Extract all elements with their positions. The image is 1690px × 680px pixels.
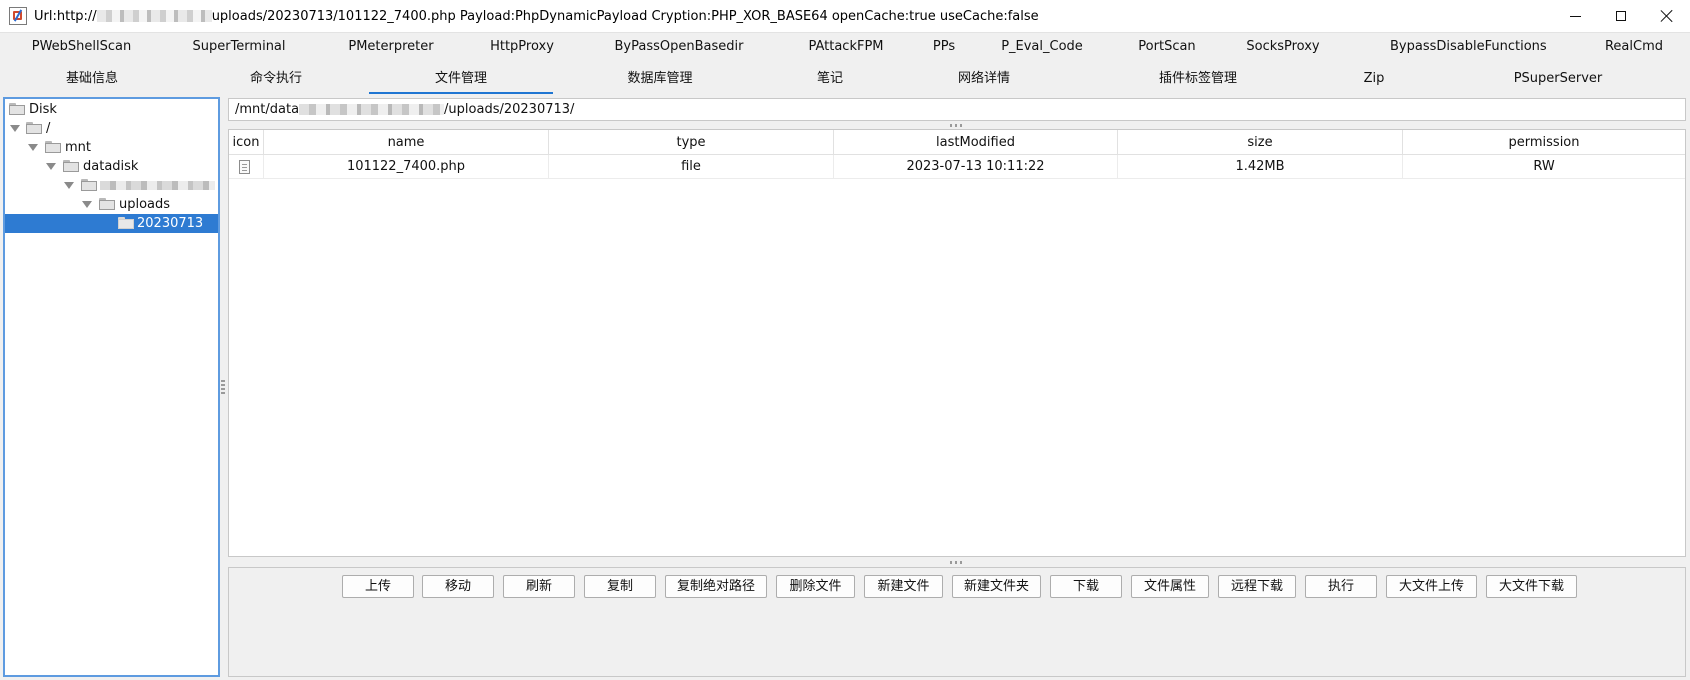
new-folder-button[interactable]: 新建文件夹 — [952, 575, 1041, 598]
copy-absolute-path-button[interactable]: 复制绝对路径 — [665, 575, 767, 598]
tab-bypassdisablefunctions[interactable]: BypassDisableFunctions — [1390, 32, 1547, 62]
tab-pps[interactable]: PPs — [924, 32, 964, 62]
horizontal-splitter-handle[interactable] — [950, 124, 964, 127]
tree-node-datadisk[interactable]: datadisk — [5, 157, 218, 176]
tab-file-manager[interactable]: 文件管理 — [369, 64, 553, 94]
tab-zip[interactable]: Zip — [1336, 64, 1412, 94]
tree-node-mnt[interactable]: mnt — [5, 138, 218, 157]
maximize-icon — [1616, 11, 1626, 21]
refresh-button[interactable]: 刷新 — [503, 575, 575, 598]
minimize-icon — [1569, 15, 1581, 17]
plugin-tab-row: PWebShellScan SuperTerminal PMeterpreter… — [0, 32, 1690, 62]
tab-pmeterpreter[interactable]: PMeterpreter — [338, 32, 444, 62]
tab-plugin-label-manager[interactable]: 插件标签管理 — [1130, 64, 1266, 94]
tab-database-manager[interactable]: 数据库管理 — [590, 64, 730, 94]
tab-realcmd[interactable]: RealCmd — [1596, 32, 1672, 62]
copy-button[interactable]: 复制 — [584, 575, 656, 598]
horizontal-splitter-handle[interactable] — [950, 561, 964, 564]
vertical-splitter-handle[interactable] — [221, 380, 225, 396]
column-header-type[interactable]: type — [549, 130, 834, 155]
file-properties-button[interactable]: 文件属性 — [1131, 575, 1209, 598]
column-header-permission[interactable]: permission — [1403, 130, 1685, 155]
redacted-path-segment — [299, 104, 445, 115]
tab-pattackfpm[interactable]: PAttackFPM — [800, 32, 892, 62]
upload-button[interactable]: 上传 — [342, 575, 414, 598]
folder-open-icon — [9, 103, 25, 115]
redacted-folder-name — [100, 181, 215, 190]
tree-node-root[interactable]: / — [5, 119, 218, 138]
window-titlebar: Url:http://uploads/20230713/101122_7400.… — [0, 0, 1690, 33]
maximize-button[interactable] — [1598, 0, 1644, 32]
column-header-lastmodified[interactable]: lastModified — [834, 130, 1118, 155]
tab-portscan[interactable]: PortScan — [1126, 32, 1208, 62]
expand-arrow-icon[interactable] — [82, 201, 92, 208]
tab-p-eval-code[interactable]: P_Eval_Code — [996, 32, 1088, 62]
expand-arrow-icon[interactable] — [64, 182, 74, 189]
file-icon — [239, 160, 250, 174]
folder-open-icon — [45, 141, 61, 153]
file-table[interactable]: icon name type lastModified size permiss… — [228, 129, 1686, 557]
execute-button[interactable]: 执行 — [1305, 575, 1377, 598]
table-cell-permission: RW — [1403, 155, 1685, 179]
folder-icon — [118, 217, 134, 229]
minimize-button[interactable] — [1552, 0, 1598, 32]
close-button[interactable] — [1644, 0, 1690, 32]
app-logo-icon — [9, 7, 27, 25]
download-button[interactable]: 下载 — [1050, 575, 1122, 598]
column-header-size[interactable]: size — [1118, 130, 1403, 155]
path-input[interactable]: /mnt/data/uploads/20230713/ — [228, 98, 1686, 121]
delete-file-button[interactable]: 删除文件 — [776, 575, 855, 598]
tab-psuperserver[interactable]: PSuperServer — [1500, 64, 1616, 94]
expand-arrow-icon[interactable] — [46, 163, 56, 170]
window-title: Url:http://uploads/20230713/101122_7400.… — [34, 8, 1039, 24]
folder-open-icon — [99, 198, 115, 210]
column-header-name[interactable]: name — [264, 130, 549, 155]
tree-node-20230713[interactable]: 20230713 — [5, 214, 218, 233]
tab-command-exec[interactable]: 命令执行 — [208, 64, 344, 94]
tab-superterminal[interactable]: SuperTerminal — [180, 32, 298, 62]
redacted-host — [96, 10, 212, 22]
folder-open-icon — [63, 160, 79, 172]
expand-arrow-icon[interactable] — [28, 144, 38, 151]
table-cell-lastmodified: 2023-07-13 10:11:22 — [834, 155, 1118, 179]
tree-node-disk[interactable]: Disk — [5, 100, 218, 119]
table-cell-name: 101122_7400.php — [264, 155, 549, 179]
tree-node-redacted[interactable] — [5, 176, 218, 195]
table-cell-type: file — [549, 155, 834, 179]
folder-open-icon — [81, 179, 97, 191]
folder-open-icon — [26, 122, 42, 134]
large-file-upload-button[interactable]: 大文件上传 — [1386, 575, 1477, 598]
tab-socksproxy[interactable]: SocksProxy — [1238, 32, 1328, 62]
window-controls — [1552, 0, 1690, 32]
new-file-button[interactable]: 新建文件 — [864, 575, 943, 598]
table-cell-icon — [229, 155, 264, 179]
tab-basic-info[interactable]: 基础信息 — [24, 64, 160, 94]
table-header: icon name type lastModified size permiss… — [229, 130, 1685, 155]
directory-tree[interactable]: Disk / mnt datadisk uploads 20230713 — [3, 97, 220, 677]
table-cell-size: 1.42MB — [1118, 155, 1403, 179]
remote-download-button[interactable]: 远程下载 — [1218, 575, 1296, 598]
tab-pwebshellscan[interactable]: PWebShellScan — [24, 32, 139, 62]
action-panel: 上传 移动 刷新 复制 复制绝对路径 删除文件 新建文件 新建文件夹 下载 文件… — [228, 567, 1686, 677]
table-row[interactable]: 101122_7400.php file 2023-07-13 10:11:22… — [229, 155, 1685, 179]
main-tab-row: 基础信息 命令执行 文件管理 数据库管理 笔记 网络详情 插件标签管理 Zip … — [0, 64, 1690, 94]
large-file-download-button[interactable]: 大文件下载 — [1486, 575, 1577, 598]
expand-arrow-icon[interactable] — [10, 125, 20, 132]
tab-httpproxy[interactable]: HttpProxy — [480, 32, 564, 62]
column-header-icon[interactable]: icon — [229, 130, 264, 155]
tab-notes[interactable]: 笔记 — [780, 64, 880, 94]
tab-bypassopenbasedir[interactable]: ByPassOpenBasedir — [606, 32, 752, 62]
move-button[interactable]: 移动 — [422, 575, 494, 598]
tree-node-uploads[interactable]: uploads — [5, 195, 218, 214]
close-icon — [1661, 10, 1673, 22]
tab-network-details[interactable]: 网络详情 — [924, 64, 1044, 94]
